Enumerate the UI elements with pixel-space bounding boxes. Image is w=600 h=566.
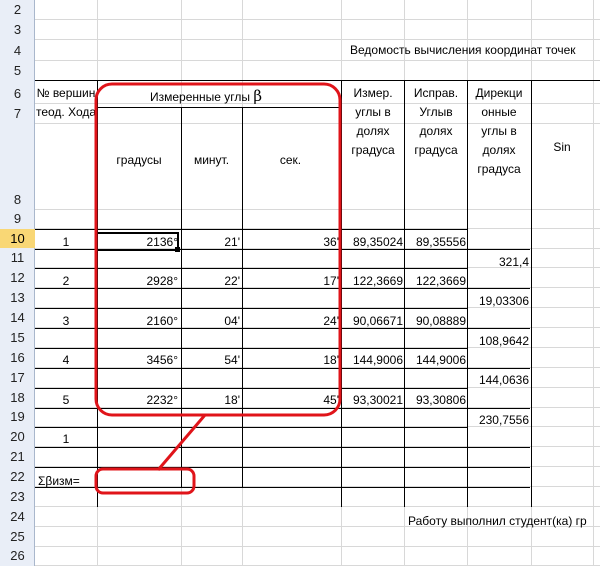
spreadsheet-grid[interactable]: 2 3 4 5 6 7 8 9 10 11 12 13 14 15 16 17 18 19 20 21 22 23 24 25… [0, 0, 600, 566]
annotation-connector-line [156, 414, 207, 471]
red-annotation-layer [94, 82, 342, 495]
annotation-angles-box [94, 82, 342, 417]
annotation-sum-box [94, 467, 196, 495]
